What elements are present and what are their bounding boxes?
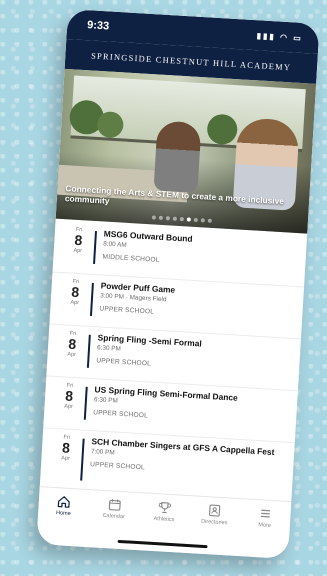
event-day: 8: [67, 335, 77, 353]
carousel-dot[interactable]: [179, 216, 184, 222]
event-date: Fri 8 Apr: [58, 330, 85, 377]
event-day: 8: [64, 387, 74, 404]
tab-label: Athletics: [153, 515, 175, 524]
event-day: 8: [74, 231, 83, 249]
carousel-dot[interactable]: [165, 216, 170, 221]
event-month: Apr: [73, 247, 83, 255]
tab-label: Calendar: [102, 512, 125, 521]
trophy-icon: [158, 502, 171, 514]
tab-label: More: [258, 522, 272, 529]
event-divider: [83, 386, 88, 420]
carousel-dot[interactable]: [158, 215, 164, 220]
tab-home[interactable]: Home: [39, 493, 88, 547]
phone-screen: 9:33 ▮▮▮ ◠ ▭ SPRINGSIDE CHESTNUT HILL AC…: [36, 8, 320, 560]
school-title: SPRINGSIDE CHESTNUT HILL ACADEMY: [90, 50, 292, 72]
event-divider: [80, 438, 85, 481]
event-month: Apr: [67, 351, 77, 359]
carousel-dot[interactable]: [193, 217, 198, 223]
event-date: Fri 8 Apr: [52, 434, 79, 490]
tab-directories[interactable]: Directories: [189, 502, 238, 556]
carousel-dot[interactable]: [172, 216, 177, 221]
carousel-dot[interactable]: [200, 218, 205, 223]
event-month: Apr: [70, 299, 80, 307]
status-time: 9:33: [86, 19, 110, 33]
event-day: 8: [61, 439, 71, 456]
home-icon: [57, 496, 70, 508]
hero-carousel[interactable]: Connecting the Arts & STEM to create a m…: [55, 68, 317, 234]
tab-label: Home: [55, 510, 71, 518]
event-date: Fri 8 Apr: [55, 382, 82, 429]
carousel-dot[interactable]: [207, 218, 212, 223]
event-date: Fri 8 Apr: [61, 278, 88, 325]
event-divider: [86, 334, 91, 368]
carousel-dot[interactable]: [151, 215, 157, 220]
calendar-icon: [108, 499, 121, 511]
status-icons: ▮▮▮ ◠ ▭: [256, 30, 304, 43]
event-divider: [89, 282, 94, 316]
event-divider: [93, 230, 97, 265]
menu-icon: [260, 509, 270, 518]
hero-image-student: [153, 120, 202, 193]
carousel-dot[interactable]: [186, 217, 191, 222]
tab-label: Directories: [200, 518, 228, 527]
event-date: Fri 8 Apr: [64, 226, 91, 273]
event-month: Apr: [64, 403, 73, 410]
tab-more[interactable]: More: [240, 505, 289, 559]
event-month: Apr: [60, 455, 70, 462]
directory-icon: [209, 504, 221, 517]
event-day: 8: [70, 283, 80, 301]
event-list: Fri 8 Apr MSG6 Outward Bound 8:00 AM MID…: [40, 219, 308, 503]
